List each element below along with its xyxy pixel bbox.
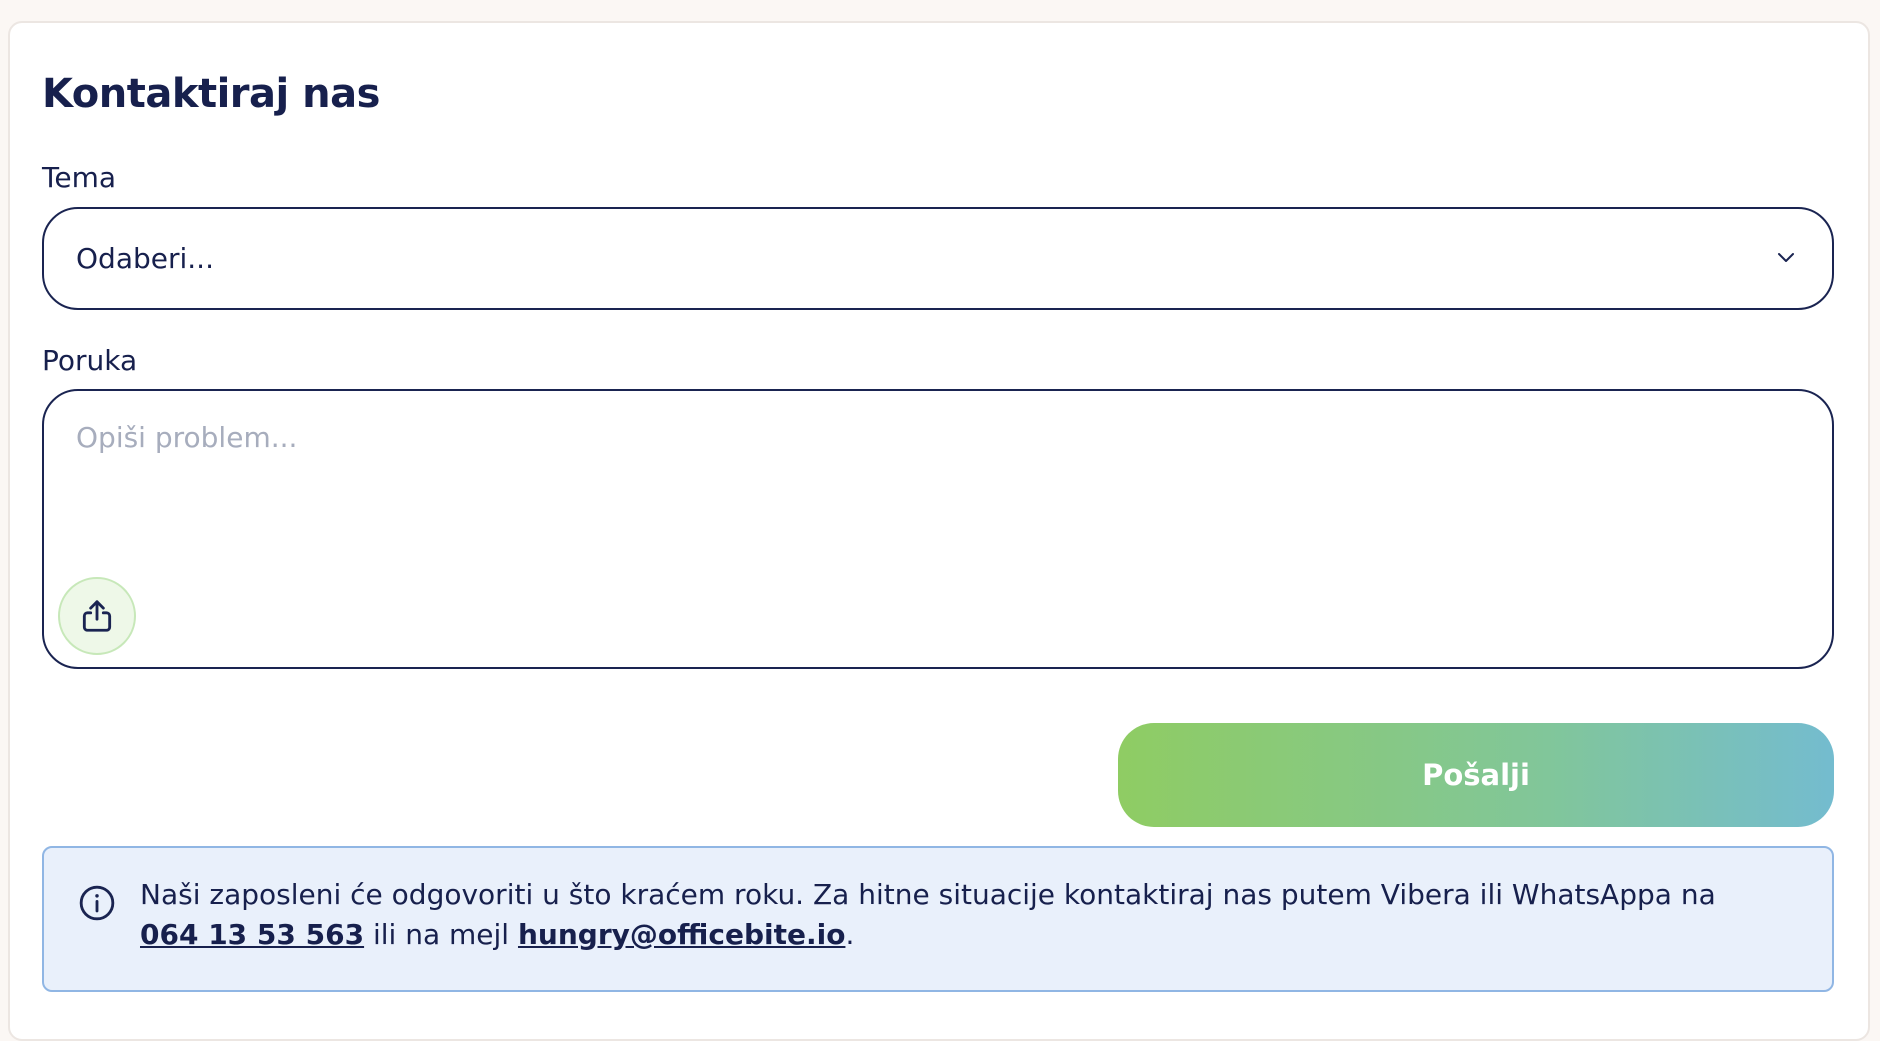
page-title: Kontaktiraj nas (42, 71, 380, 117)
message-textarea[interactable] (76, 421, 1776, 571)
info-notice: Naši zaposleni će odgovoriti u što kraće… (42, 846, 1834, 992)
upload-button[interactable] (58, 577, 136, 655)
contact-card: Kontaktiraj nas Tema Odaberi... Poruka P… (8, 21, 1870, 1041)
topic-label: Tema (42, 161, 117, 194)
upload-icon (82, 600, 112, 632)
topic-select[interactable]: Odaberi... (42, 207, 1834, 310)
info-text-intro: Naši zaposleni će odgovoriti u što kraće… (140, 878, 1716, 911)
send-button[interactable]: Pošalji (1118, 723, 1834, 827)
info-text: Naši zaposleni će odgovoriti u što kraće… (140, 875, 1780, 955)
info-text-end: . (845, 918, 855, 951)
info-icon (79, 885, 115, 921)
topic-select-value: Odaberi... (76, 242, 214, 275)
chevron-down-icon (1778, 253, 1794, 262)
info-text-middle: ili na mejl (364, 918, 518, 951)
message-label: Poruka (42, 344, 138, 377)
message-field (42, 389, 1834, 669)
email-link[interactable]: hungry@officebite.io (518, 918, 845, 951)
phone-link[interactable]: 064 13 53 563 (140, 918, 364, 951)
